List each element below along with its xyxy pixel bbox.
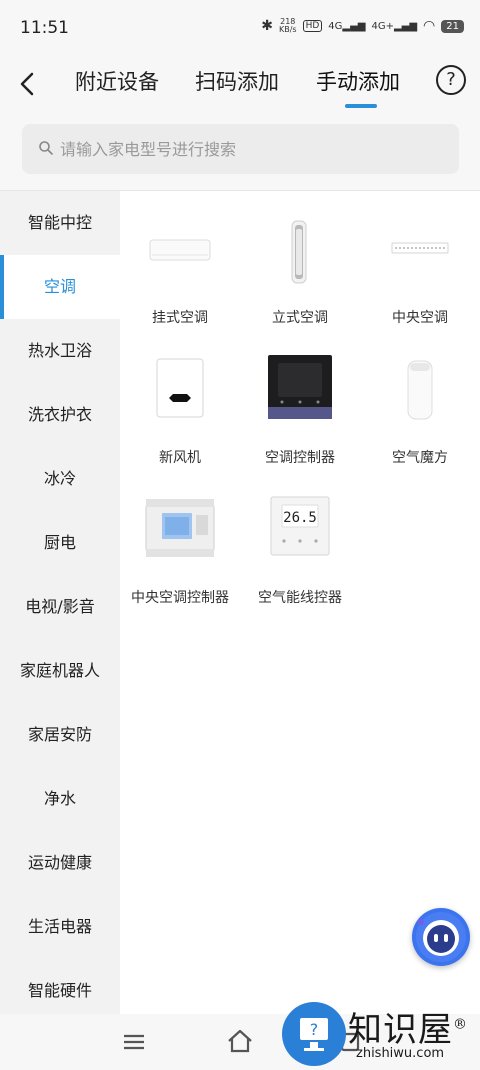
watermark: ? 知识屋® zhishiwu.com	[280, 1000, 480, 1070]
status-bar: 11:51 ✱ 218 KB/s HD 4G▂▄▆ 4G+▂▄▆ ◠ 21	[0, 0, 480, 56]
category-sidebar: 智能中控 空调 热水卫浴 洗衣护衣 冰冷 厨电 电视/影音 家庭机器人 家居安防…	[0, 190, 120, 1014]
hd-icon: HD	[302, 20, 323, 32]
device-label: 挂式空调	[152, 310, 208, 326]
fresh-air-icon	[156, 358, 204, 418]
central-ac-icon	[391, 242, 449, 254]
device-label: 新风机	[159, 450, 201, 466]
battery-icon: 21	[441, 19, 464, 33]
net-speed: 218 KB/s	[278, 17, 297, 34]
wifi-icon: ◠	[423, 18, 436, 34]
device-ac-controller[interactable]: 空调控制器	[240, 355, 360, 485]
ac-controller-icon	[268, 355, 332, 419]
sidebar-item-fitness[interactable]: 运动健康	[0, 831, 120, 895]
thermostat-display: 26.5	[283, 510, 317, 526]
central-ac-controller-icon	[145, 499, 215, 557]
svg-text:?: ?	[310, 1020, 319, 1039]
sidebar-item-air-conditioner[interactable]: 空调	[0, 255, 120, 319]
sidebar-item-water-purifier[interactable]: 净水	[0, 767, 120, 831]
back-button[interactable]	[12, 66, 48, 102]
status-time: 11:51	[20, 18, 69, 38]
device-air-cube[interactable]: 空气魔方	[360, 355, 480, 485]
help-button[interactable]: ?	[436, 65, 466, 95]
device-air-energy-controller[interactable]: 26.5 空气能线控器	[240, 495, 360, 625]
device-central-ac-controller[interactable]: 中央空调控制器	[120, 495, 240, 625]
device-label: 中央空调控制器	[131, 590, 229, 606]
sidebar-item-refrigeration[interactable]: 冰冷	[0, 447, 120, 511]
sidebar-item-home-security[interactable]: 家居安防	[0, 703, 120, 767]
back-arrow-icon	[20, 72, 34, 96]
assistant-button[interactable]	[412, 908, 470, 966]
tab-nearby-devices[interactable]: 附近设备	[75, 66, 159, 96]
floor-ac-icon	[291, 220, 307, 284]
device-label: 空气能线控器	[258, 590, 342, 606]
signal-icon-1: 4G▂▄▆	[328, 20, 366, 32]
search-area	[0, 112, 480, 190]
status-icons: ✱ 218 KB/s HD 4G▂▄▆ 4G+▂▄▆ ◠ 21	[261, 18, 464, 34]
watermark-logo-icon: ?	[282, 1002, 346, 1066]
device-label: 中央空调	[392, 310, 448, 326]
bluetooth-icon: ✱	[261, 18, 273, 34]
sidebar-item-tv-audio[interactable]: 电视/影音	[0, 575, 120, 639]
signal-icon-2: 4G+▂▄▆	[371, 20, 418, 32]
device-grid: 挂式空调 立式空调 中央空调 新风机 空调控制器 空气魔方 中央空调控制器 26…	[120, 190, 480, 1014]
air-energy-controller-icon: 26.5	[270, 496, 330, 556]
air-cube-icon	[407, 360, 433, 420]
device-label: 立式空调	[272, 310, 328, 326]
watermark-site: zhishiwu.com	[356, 1046, 445, 1061]
sidebar-item-water-heater-bath[interactable]: 热水卫浴	[0, 319, 120, 383]
search-icon	[39, 141, 53, 155]
search-input[interactable]	[60, 137, 440, 161]
sidebar-item-life-appliances[interactable]: 生活电器	[0, 895, 120, 959]
device-floor-ac[interactable]: 立式空调	[240, 215, 360, 345]
robot-face-icon	[416, 912, 466, 962]
sidebar-item-home-robot[interactable]: 家庭机器人	[0, 639, 120, 703]
device-central-ac[interactable]: 中央空调	[360, 215, 480, 345]
device-label: 空调控制器	[265, 450, 335, 466]
device-fresh-air[interactable]: 新风机	[120, 355, 240, 485]
active-tab-indicator	[345, 104, 377, 108]
sidebar-item-kitchen[interactable]: 厨电	[0, 511, 120, 575]
home-icon[interactable]	[226, 1028, 254, 1054]
wall-ac-icon	[149, 239, 211, 261]
sidebar-item-smart-control[interactable]: 智能中控	[0, 191, 120, 255]
header: 附近设备 扫码添加 手动添加 ?	[0, 56, 480, 112]
device-label: 空气魔方	[392, 450, 448, 466]
tab-scan-add[interactable]: 扫码添加	[195, 66, 279, 96]
device-wall-ac[interactable]: 挂式空调	[120, 215, 240, 345]
watermark-title: 知识屋®	[348, 1010, 468, 1050]
search-box[interactable]	[22, 124, 459, 174]
menu-icon[interactable]	[122, 1030, 146, 1054]
sidebar-item-laundry[interactable]: 洗衣护衣	[0, 383, 120, 447]
tab-manual-add[interactable]: 手动添加	[316, 66, 400, 96]
